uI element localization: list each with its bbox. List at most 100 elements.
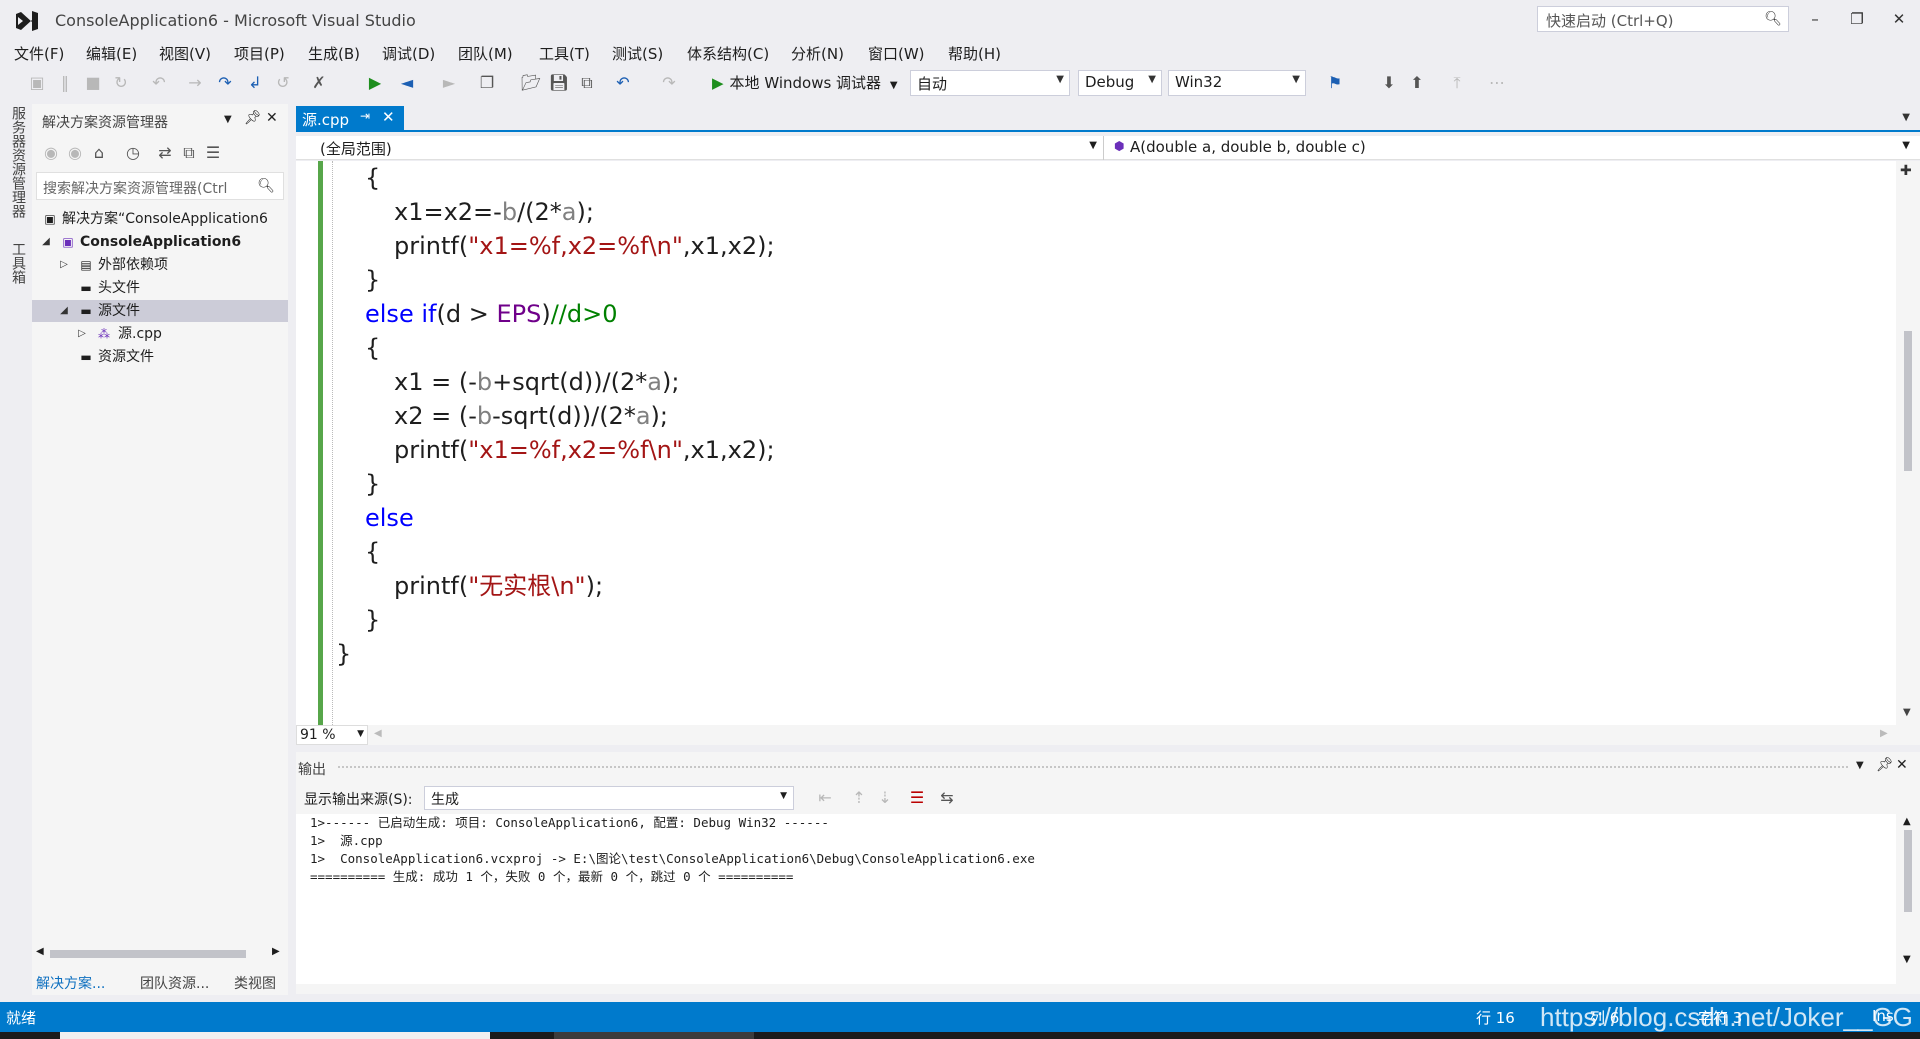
menu-file[interactable]: 文件(F): [14, 43, 64, 64]
quick-launch-input[interactable]: 快速启动 (Ctrl+Q) 🔍︎: [1537, 6, 1789, 32]
pin-icon[interactable]: 📌︎: [1876, 757, 1894, 773]
collapsed-arrow-icon[interactable]: ▷: [76, 323, 88, 345]
member-dropdown[interactable]: ⬢ A(double a, double b, double c) ▼: [1106, 136, 1916, 160]
process-icon[interactable]: ▣: [26, 72, 48, 94]
forward-icon[interactable]: ◉: [64, 142, 86, 164]
expanded-arrow-icon[interactable]: ◢: [40, 231, 52, 253]
start-no-debug-icon[interactable]: ▶: [364, 72, 386, 94]
search-icon[interactable]: 🔍︎: [1764, 11, 1782, 27]
menu-project[interactable]: 项目(P): [234, 43, 285, 64]
home-icon[interactable]: ⌂: [88, 142, 110, 164]
output-text-area[interactable]: 1>------ 已启动生成: 项目: ConsoleApplication6,…: [296, 814, 1896, 984]
chevron-down-icon[interactable]: ▼: [1856, 760, 1864, 771]
hex-display-icon[interactable]: ✗: [308, 72, 330, 94]
publish-icon[interactable]: ⤒: [1446, 72, 1468, 94]
sync-icon[interactable]: ⇄: [154, 142, 176, 164]
clear-all-icon[interactable]: ☰: [906, 787, 928, 809]
minimize-button[interactable]: –: [1800, 6, 1830, 32]
properties-icon[interactable]: ☰: [202, 142, 224, 164]
tree-item-solution[interactable]: ▣ 解决方案“ConsoleApplication6: [32, 208, 288, 230]
solution-horizontal-scrollbar[interactable]: ◀ ▶: [32, 946, 288, 962]
editor-vertical-scrollbar[interactable]: ✚ ▼: [1896, 161, 1920, 725]
find-in-files-icon[interactable]: ⚑: [1324, 72, 1346, 94]
menu-build[interactable]: 生成(B): [308, 43, 360, 64]
open-file-icon[interactable]: 📂︎: [520, 72, 542, 94]
scroll-right-icon[interactable]: ▶: [1880, 728, 1888, 739]
go-to-location-icon[interactable]: ⇤: [814, 787, 836, 809]
scrollbar-thumb[interactable]: [50, 950, 246, 958]
split-editor-icon[interactable]: ✚: [1900, 163, 1912, 179]
toolbar-options-icon[interactable]: ⋯: [1486, 72, 1508, 94]
save-all-icon[interactable]: ⧉: [576, 72, 598, 94]
menu-analyze[interactable]: 分析(N): [791, 43, 844, 64]
solution-configuration-select[interactable]: Debug ▼: [1078, 70, 1162, 96]
tree-item-source-files[interactable]: ◢ ▬ 源文件: [32, 300, 288, 322]
scroll-down-icon[interactable]: ▼: [1903, 954, 1911, 965]
undo-icon[interactable]: ↶: [612, 72, 634, 94]
step-out-icon[interactable]: ↲: [244, 72, 266, 94]
code-editor[interactable]: { x1=x2=-b/(2*a); printf("x1=%f,x2=%f\n"…: [296, 161, 1904, 725]
tree-item-external-deps[interactable]: ▷ ▤ 外部依赖项: [32, 254, 288, 276]
server-explorer-tab[interactable]: 服务器资源管理器: [8, 106, 28, 218]
menu-architecture[interactable]: 体系结构(C): [687, 43, 769, 64]
scope-dropdown[interactable]: (全局范围) ▼: [296, 136, 1104, 160]
tab-overflow-icon[interactable]: ▼: [1902, 112, 1910, 123]
back-icon[interactable]: ◉: [40, 142, 62, 164]
close-pane-icon[interactable]: ✕: [1896, 757, 1908, 773]
scroll-right-icon[interactable]: ▶: [272, 946, 280, 957]
close-tab-icon[interactable]: ✕: [382, 108, 395, 126]
solution-search-input[interactable]: 搜索解决方案资源管理器(Ctrl 🔍︎: [36, 172, 284, 200]
scroll-left-icon[interactable]: ◀: [374, 728, 382, 739]
navigate-forward-icon[interactable]: ►: [438, 72, 460, 94]
solution-config-auto-select[interactable]: 自动 ▼: [910, 70, 1070, 96]
close-window-button[interactable]: ✕: [1884, 6, 1914, 32]
tab-class-view[interactable]: 类视图: [234, 973, 276, 993]
redo-step-icon[interactable]: ↺: [272, 72, 294, 94]
tree-item-source-cpp[interactable]: ▷ ⁂ 源.cpp: [32, 323, 288, 345]
tab-source-cpp[interactable]: 源.cpp ⇥ ✕: [296, 106, 404, 132]
tree-item-project[interactable]: ◢ ▣ ConsoleApplication6: [32, 231, 288, 253]
menu-view[interactable]: 视图(V): [159, 43, 211, 64]
save-icon[interactable]: 💾︎: [548, 72, 570, 94]
scrollbar-thumb[interactable]: [1904, 331, 1912, 471]
rebuild-icon[interactable]: ⬆: [1406, 72, 1428, 94]
collapse-all-icon[interactable]: ⧉: [178, 142, 200, 164]
next-message-icon[interactable]: ⇣: [874, 787, 896, 809]
tab-team-explorer[interactable]: 团队资源...: [140, 973, 209, 993]
show-next-statement-icon[interactable]: ↶: [148, 72, 170, 94]
output-source-select[interactable]: 生成 ▼: [424, 786, 794, 810]
menu-window[interactable]: 窗口(W): [868, 43, 925, 64]
previous-message-icon[interactable]: ⇡: [848, 787, 870, 809]
redo-icon[interactable]: ↷: [658, 72, 680, 94]
start-debugging-button[interactable]: ▶ 本地 Windows 调试器 ▼: [712, 70, 898, 96]
history-icon[interactable]: ◷: [122, 142, 144, 164]
menu-tools[interactable]: 工具(T): [539, 43, 590, 64]
tab-solution-explorer[interactable]: 解决方案...: [36, 973, 105, 993]
step-into-icon[interactable]: →: [184, 72, 206, 94]
step-over-icon[interactable]: ↷: [214, 72, 236, 94]
toolbox-tab[interactable]: 工具箱: [8, 242, 28, 284]
scroll-down-icon[interactable]: ▼: [1903, 707, 1911, 718]
solution-platform-select[interactable]: Win32 ▼: [1168, 70, 1306, 96]
navigate-back-icon[interactable]: ◄: [396, 72, 418, 94]
pin-icon[interactable]: ⇥: [360, 109, 370, 123]
pause-icon[interactable]: ‖: [54, 72, 76, 94]
search-icon[interactable]: 🔍︎: [257, 178, 275, 194]
menu-help[interactable]: 帮助(H): [948, 43, 1001, 64]
menu-test[interactable]: 测试(S): [612, 43, 663, 64]
zoom-select[interactable]: 91 % ▼: [296, 725, 368, 745]
menu-debug[interactable]: 调试(D): [382, 43, 435, 64]
scrollbar-thumb[interactable]: [1904, 830, 1912, 912]
output-vertical-scrollbar[interactable]: ▲ ▼: [1896, 814, 1920, 994]
chevron-down-icon[interactable]: ▼: [224, 114, 232, 125]
expanded-arrow-icon[interactable]: ◢: [58, 300, 70, 322]
stop-icon[interactable]: ■: [82, 72, 104, 94]
scroll-up-icon[interactable]: ▲: [1903, 816, 1911, 827]
restart-icon[interactable]: ↻: [110, 72, 132, 94]
menu-team[interactable]: 团队(M): [458, 43, 513, 64]
collapsed-arrow-icon[interactable]: ▷: [58, 254, 70, 276]
title-drag-area[interactable]: [338, 766, 1848, 770]
restore-button[interactable]: ❐: [1842, 6, 1872, 32]
pin-icon[interactable]: 📌︎: [244, 110, 262, 126]
word-wrap-icon[interactable]: ⇆: [936, 787, 958, 809]
